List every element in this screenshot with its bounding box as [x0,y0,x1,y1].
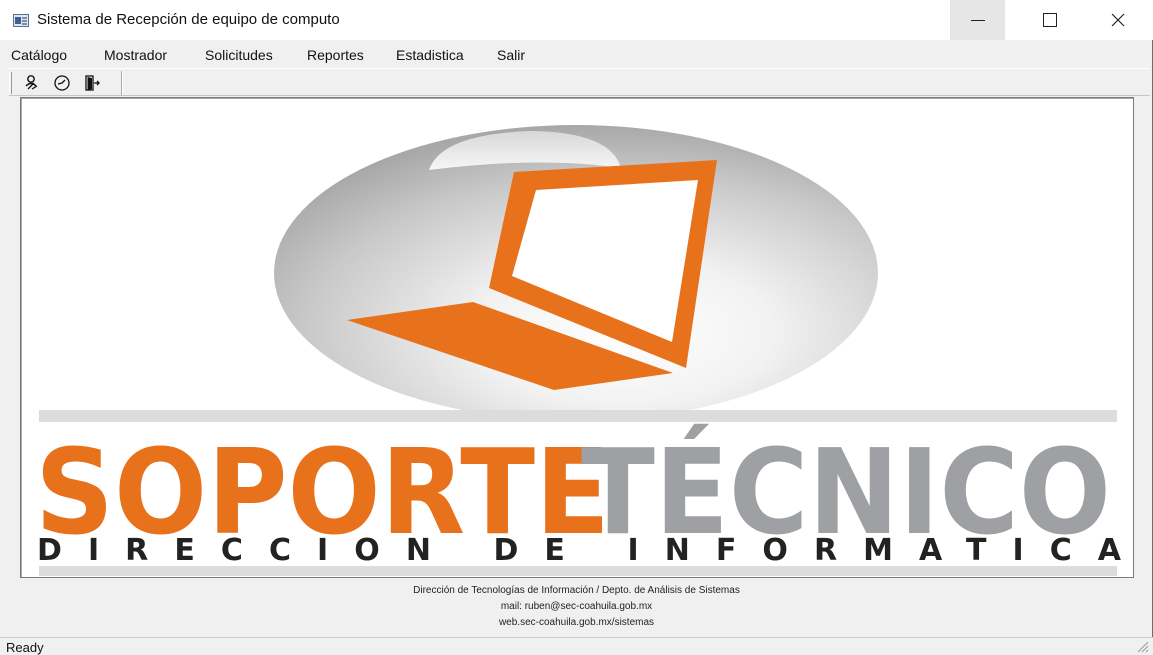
menu-catalogo[interactable]: Catálogo [11,47,67,63]
footer-department: Dirección de Tecnologías de Información … [413,585,740,596]
resize-grip-icon[interactable] [1136,640,1149,653]
main-window: Sistema de Recepción de equipo de comput… [0,0,1153,655]
menu-mostrador[interactable]: Mostrador [104,47,167,63]
soporte-tecnico-logo: SOPORTE TÉCNICO DIRECCION DE INFORMATICA [35,125,1122,576]
title-bar[interactable]: Sistema de Recepción de equipo de comput… [0,0,1153,40]
close-button[interactable] [1090,0,1145,40]
toolbar-button-clock[interactable] [52,73,72,93]
minimize-icon [970,19,985,21]
toolbar-button-user-search[interactable] [22,73,42,93]
toolbar-grip[interactable] [9,72,12,94]
window-title: Sistema de Recepción de equipo de comput… [37,11,340,28]
maximize-button[interactable] [1022,0,1077,40]
menu-solicitudes[interactable]: Solicitudes [205,47,273,63]
logo-word-tecnico: TÉCNICO [581,423,1111,561]
close-icon [1111,13,1124,27]
footer-website: web.sec-coahuila.gob.mx/sistemas [498,617,655,628]
status-bar: Ready [0,637,1153,655]
clock-icon [54,75,70,91]
maximize-icon [1042,13,1057,27]
menu-salir[interactable]: Salir [497,47,525,63]
toolbar-separator [121,71,123,95]
splash-panel: SOPORTE TÉCNICO DIRECCION DE INFORMATICA [20,97,1134,578]
app-icon[interactable] [13,14,29,27]
top-separator-bar [39,410,1117,422]
toolbar-button-exit[interactable] [82,73,102,93]
menu-bar: Catálogo Mostrador Solicitudes Reportes … [0,43,1150,66]
menu-estadistica[interactable]: Estadistica [396,47,464,63]
exit-door-icon [85,75,100,91]
user-search-icon [25,75,38,90]
status-text: Ready [6,640,44,655]
toolbar [9,68,1150,96]
minimize-button[interactable] [950,0,1005,40]
bottom-separator-bar [39,566,1117,576]
menu-reportes[interactable]: Reportes [307,47,364,63]
footer-email: mail: ruben@sec-coahuila.gob.mx [500,601,653,612]
